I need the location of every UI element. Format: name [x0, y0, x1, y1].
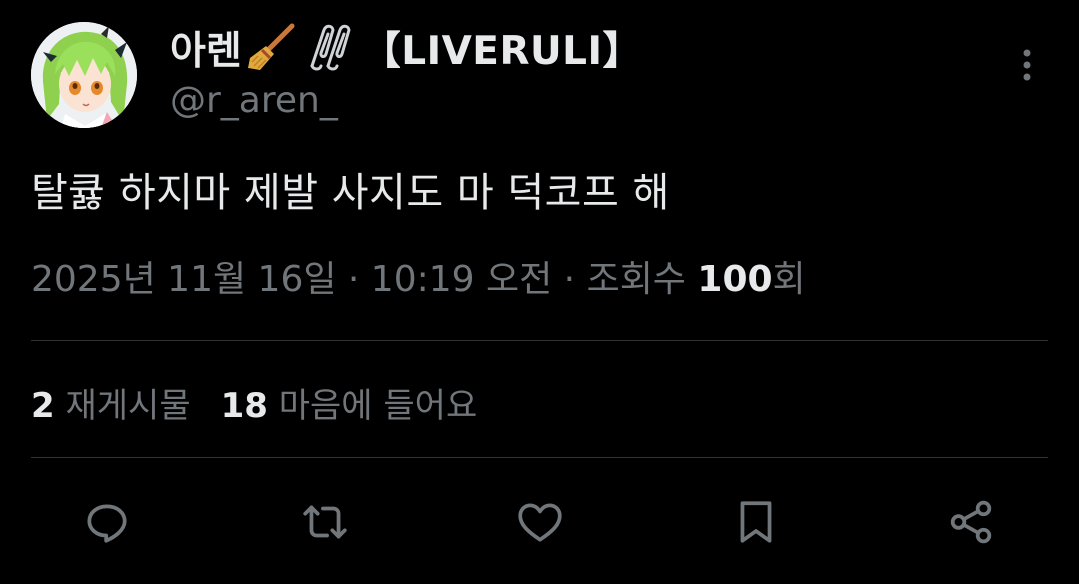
more-options-button[interactable]: [1012, 44, 1042, 86]
like-icon: [518, 503, 562, 542]
tweet-meta: 2025년 11월 16일 · 10:19 오전 · 조회수 100회: [31, 250, 806, 302]
share-button[interactable]: [944, 495, 998, 549]
reply-button[interactable]: [80, 495, 134, 549]
paperclip-icon: [302, 22, 356, 74]
retweets-label: 재게시물: [65, 386, 191, 426]
share-icon: [950, 500, 992, 544]
tweet-text: 탈큟 하지마 제발 사지도 마 덕코프 해: [31, 170, 670, 216]
bookmark-icon: [740, 501, 772, 543]
display-name-tag: 【LIVERULI】: [361, 29, 643, 74]
retweet-icon: [303, 505, 347, 539]
retweet-button[interactable]: [298, 495, 352, 549]
retweets-count: 2: [31, 386, 55, 426]
views-count: 100: [697, 259, 773, 300]
bookmark-button[interactable]: [729, 495, 783, 549]
reply-icon: [87, 504, 127, 543]
engagement-stats: 2 재게시물 18 마음에 들어요: [31, 378, 477, 427]
display-name[interactable]: 아렌 【LIVERULI】: [170, 22, 642, 74]
avatar[interactable]: [31, 22, 137, 128]
user-handle[interactable]: @r_aren_: [170, 80, 338, 121]
anime-avatar-image: [31, 22, 137, 128]
views-suffix: 회: [772, 259, 806, 300]
display-name-text: 아렌: [170, 29, 242, 74]
more-dots-icon: [1023, 49, 1031, 81]
divider: [31, 340, 1048, 341]
likes-stat[interactable]: 18 마음에 들어요: [221, 386, 478, 426]
like-button[interactable]: [513, 495, 567, 549]
likes-label: 마음에 들어요: [278, 386, 478, 426]
likes-count: 18: [220, 386, 268, 426]
retweets-stat[interactable]: 2 재게시물: [31, 386, 191, 426]
broom-icon: [244, 22, 298, 74]
divider: [31, 457, 1048, 458]
timestamp[interactable]: 2025년 11월 16일 · 10:19 오전 · 조회수: [31, 259, 686, 300]
